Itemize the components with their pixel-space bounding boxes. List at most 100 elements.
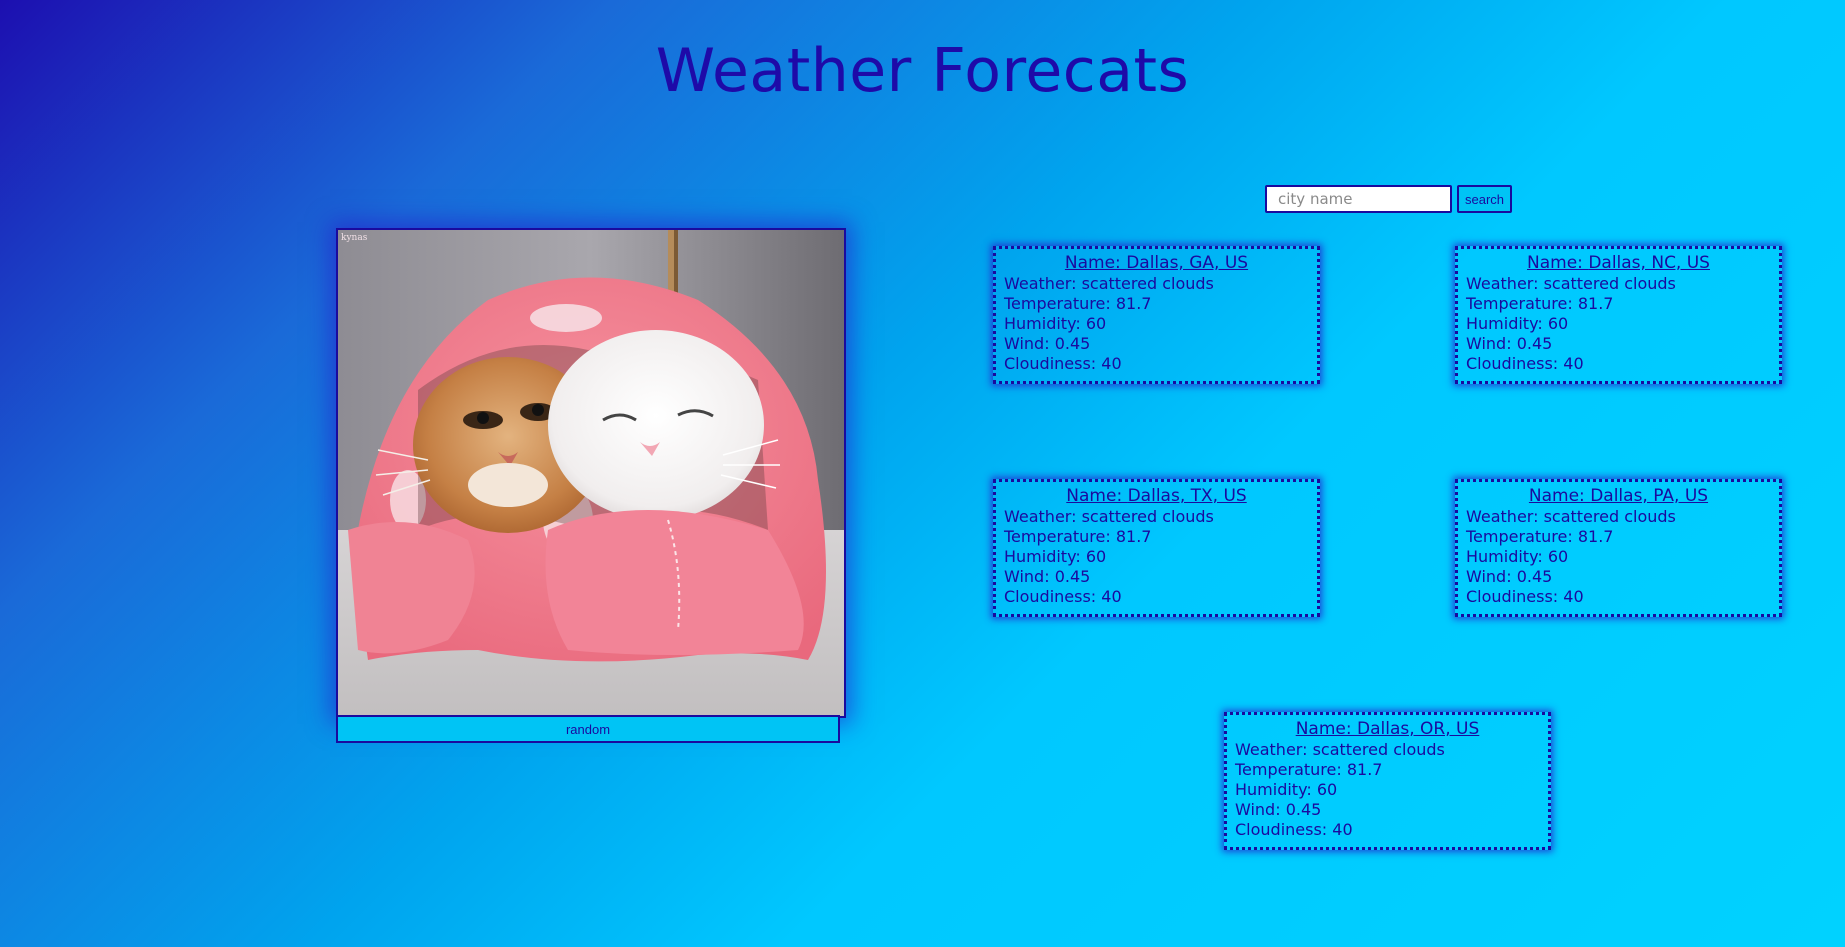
weather-line: Weather: scattered clouds [1466, 274, 1771, 294]
forecast-card: Name: Dallas, TX, US Weather: scattered … [993, 479, 1320, 617]
cloudiness-label: Cloudiness: [1466, 354, 1564, 373]
cloudiness-value: 40 [1101, 354, 1122, 373]
wind-label: Wind: [1004, 334, 1055, 353]
weather-value: scattered clouds [1312, 740, 1445, 759]
weather-value: scattered clouds [1543, 274, 1676, 293]
city-name: Dallas, NC, US [1588, 253, 1710, 273]
temperature-value: 81.7 [1346, 760, 1383, 779]
page-title: Weather Forecats [655, 36, 1190, 106]
humidity-value: 60 [1085, 314, 1107, 333]
forecast-card: Name: Dallas, NC, US Weather: scattered … [1455, 246, 1782, 384]
humidity-line: Humidity: 60 [1466, 314, 1771, 334]
humidity-line: Humidity: 60 [1004, 547, 1309, 567]
cloudiness-value: 40 [1563, 354, 1584, 373]
city-name-link[interactable]: Name: Dallas, OR, US [1235, 718, 1540, 740]
wind-label: Wind: [1235, 800, 1286, 819]
temperature-value: 81.7 [1115, 527, 1152, 546]
city-name: Dallas, OR, US [1357, 719, 1480, 739]
weather-line: Weather: scattered clouds [1004, 274, 1309, 294]
photo-watermark: kynas [341, 233, 368, 243]
cloudiness-line: Cloudiness: 40 [1004, 587, 1309, 607]
cloudiness-label: Cloudiness: [1235, 820, 1333, 839]
cloudiness-label: Cloudiness: [1004, 354, 1102, 373]
forecast-card: Name: Dallas, OR, US Weather: scattered … [1224, 712, 1551, 850]
temperature-line: Temperature: 81.7 [1004, 294, 1309, 314]
humidity-line: Humidity: 60 [1466, 547, 1771, 567]
humidity-value: 60 [1085, 547, 1107, 566]
city-name-link[interactable]: Name: Dallas, GA, US [1004, 252, 1309, 274]
name-label: Name: [1066, 486, 1128, 506]
humidity-value: 60 [1316, 780, 1338, 799]
name-label: Name: [1528, 486, 1591, 506]
wind-label: Wind: [1004, 567, 1055, 586]
forecast-card: Name: Dallas, PA, US Weather: scattered … [1455, 479, 1782, 617]
weather-value: scattered clouds [1081, 507, 1214, 526]
city-name-link[interactable]: Name: Dallas, PA, US [1466, 485, 1771, 507]
weather-label: Weather: [1004, 274, 1082, 293]
wind-value: 0.45 [1054, 334, 1091, 353]
humidity-label: Humidity: [1466, 547, 1548, 566]
humidity-line: Humidity: 60 [1235, 780, 1540, 800]
city-name: Dallas, PA, US [1590, 486, 1709, 506]
cloudiness-line: Cloudiness: 40 [1235, 820, 1540, 840]
temperature-label: Temperature: [1004, 294, 1116, 313]
wind-value: 0.45 [1516, 334, 1553, 353]
wind-value: 0.45 [1054, 567, 1091, 586]
wind-line: Wind: 0.45 [1466, 567, 1771, 587]
humidity-value: 60 [1547, 314, 1569, 333]
search-button[interactable]: search [1457, 185, 1513, 213]
cloudiness-label: Cloudiness: [1466, 587, 1564, 606]
weather-label: Weather: [1466, 274, 1544, 293]
temperature-line: Temperature: 81.7 [1004, 527, 1309, 547]
weather-label: Weather: [1235, 740, 1313, 759]
cloudiness-value: 40 [1101, 587, 1122, 606]
wind-line: Wind: 0.45 [1466, 334, 1771, 354]
humidity-label: Humidity: [1235, 780, 1317, 799]
humidity-label: Humidity: [1466, 314, 1548, 333]
temperature-label: Temperature: [1466, 294, 1578, 313]
cat-photo: kynas [336, 228, 846, 718]
temperature-value: 81.7 [1577, 527, 1614, 546]
temperature-label: Temperature: [1235, 760, 1347, 779]
name-label: Name: [1527, 253, 1589, 273]
temperature-label: Temperature: [1466, 527, 1578, 546]
cloudiness-value: 40 [1563, 587, 1584, 606]
weather-line: Weather: scattered clouds [1004, 507, 1309, 527]
humidity-line: Humidity: 60 [1004, 314, 1309, 334]
humidity-label: Humidity: [1004, 547, 1086, 566]
city-name-link[interactable]: Name: Dallas, TX, US [1004, 485, 1309, 507]
wind-value: 0.45 [1285, 800, 1322, 819]
city-search-input[interactable] [1265, 185, 1452, 213]
random-cat-button[interactable]: random [336, 715, 840, 743]
wind-label: Wind: [1466, 567, 1517, 586]
temperature-line: Temperature: 81.7 [1235, 760, 1540, 780]
city-name: Dallas, GA, US [1126, 253, 1249, 273]
wind-line: Wind: 0.45 [1004, 567, 1309, 587]
humidity-value: 60 [1547, 547, 1569, 566]
temperature-value: 81.7 [1577, 294, 1614, 313]
cloudiness-value: 40 [1332, 820, 1353, 839]
weather-value: scattered clouds [1543, 507, 1676, 526]
wind-value: 0.45 [1516, 567, 1553, 586]
temperature-value: 81.7 [1115, 294, 1152, 313]
name-label: Name: [1064, 253, 1127, 273]
temperature-line: Temperature: 81.7 [1466, 294, 1771, 314]
weather-label: Weather: [1004, 507, 1082, 526]
weather-line: Weather: scattered clouds [1466, 507, 1771, 527]
cat-illustration: kynas [338, 230, 844, 716]
humidity-label: Humidity: [1004, 314, 1086, 333]
temperature-line: Temperature: 81.7 [1466, 527, 1771, 547]
wind-line: Wind: 0.45 [1235, 800, 1540, 820]
cloudiness-line: Cloudiness: 40 [1466, 587, 1771, 607]
search-form: search [1265, 185, 1513, 213]
weather-value: scattered clouds [1081, 274, 1214, 293]
city-name-link[interactable]: Name: Dallas, NC, US [1466, 252, 1771, 274]
weather-line: Weather: scattered clouds [1235, 740, 1540, 760]
cloudiness-line: Cloudiness: 40 [1004, 354, 1309, 374]
cloudiness-line: Cloudiness: 40 [1466, 354, 1771, 374]
weather-label: Weather: [1466, 507, 1544, 526]
name-label: Name: [1295, 719, 1357, 739]
wind-label: Wind: [1466, 334, 1517, 353]
wind-line: Wind: 0.45 [1004, 334, 1309, 354]
cloudiness-label: Cloudiness: [1004, 587, 1102, 606]
